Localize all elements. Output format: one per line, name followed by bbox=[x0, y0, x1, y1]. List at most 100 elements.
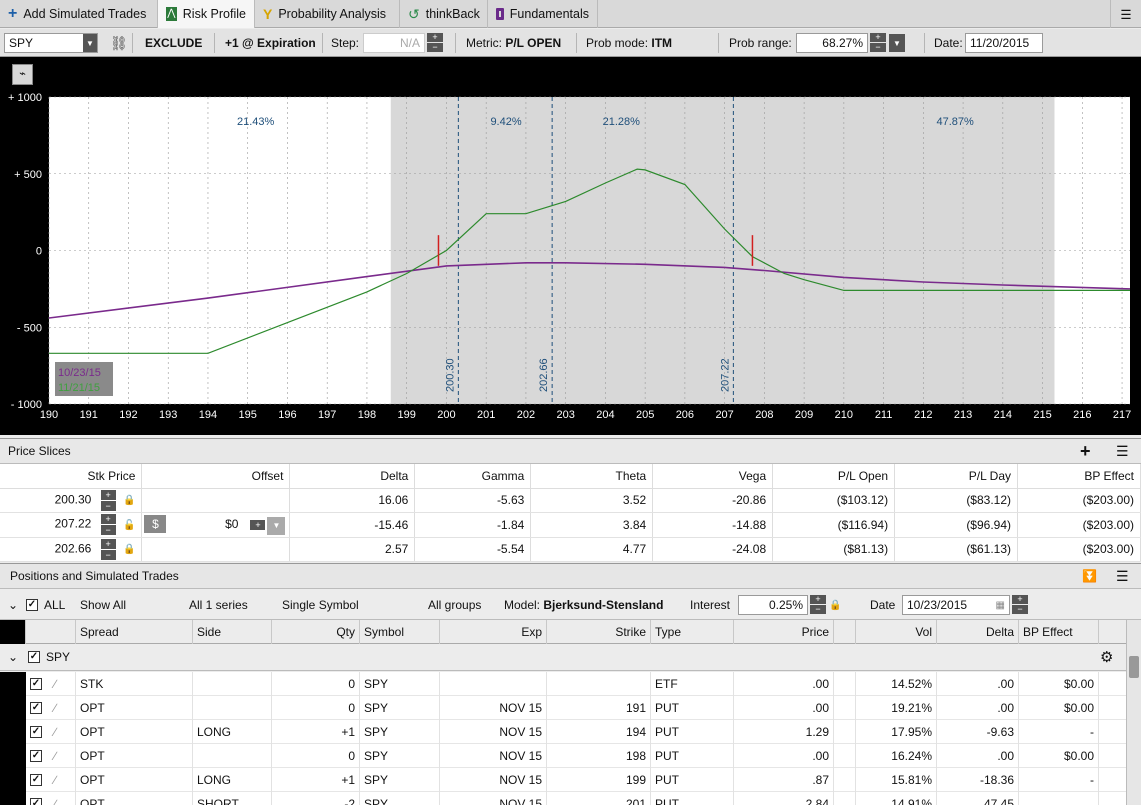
model-selector[interactable]: Model: Bjerksund-Stensland bbox=[504, 590, 663, 620]
offset-value[interactable]: $0 bbox=[166, 517, 238, 531]
slice-pl-day: ($83.12) bbox=[894, 488, 1019, 513]
prob-range-field[interactable]: 68.27% + − ▼ bbox=[796, 29, 905, 57]
group-checkbox[interactable]: ✓ bbox=[28, 651, 40, 663]
x-tick-label: 212 bbox=[914, 409, 932, 421]
position-row[interactable]: ✓ ∕ OPT LONG +1 SPY NOV 15 194 PUT 1.29 17.95% -9… bbox=[0, 720, 1126, 744]
tab-add-simulated-trades[interactable]: + Add Simulated Trades bbox=[0, 0, 158, 28]
lock-icon[interactable]: 🔒 bbox=[829, 600, 841, 611]
step-field[interactable]: N/A + − bbox=[363, 29, 443, 57]
legend-entry: 10/23/15 bbox=[58, 367, 101, 379]
position-type: PUT bbox=[651, 792, 734, 805]
x-tick-label: 208 bbox=[755, 409, 773, 421]
position-exp: NOV 15 bbox=[440, 696, 547, 720]
prob-mode-selector[interactable]: Prob mode: ITM bbox=[586, 29, 672, 57]
position-row[interactable]: ✓ ∕ OPT 0 SPY NOV 15 191 PUT .00 19.21% .00 $0.00 bbox=[0, 696, 1126, 720]
dollar-mode-button[interactable]: $ bbox=[144, 514, 167, 533]
col-price[interactable]: Price bbox=[734, 620, 834, 644]
chevron-down-icon[interactable]: ⌄ bbox=[4, 645, 22, 669]
groups-filter[interactable]: All groups bbox=[428, 590, 481, 620]
price-slice-row[interactable]: 202.66 + − 🔒 2.57 -5.54 4.77 -24.08 ($81.… bbox=[0, 537, 1141, 562]
link-icon[interactable]: ⛓ bbox=[110, 29, 128, 57]
symbol-selector[interactable]: SPY ▼ bbox=[4, 29, 98, 57]
y-tick-label: + 500 bbox=[14, 169, 42, 181]
chevron-down-icon[interactable]: ⌄ bbox=[8, 590, 18, 620]
col-vol[interactable]: Vol bbox=[856, 620, 937, 644]
metric-selector[interactable]: Metric: P/L OPEN bbox=[466, 29, 561, 57]
row-checkbox[interactable]: ✓ bbox=[30, 678, 42, 690]
calendar-icon[interactable]: ▦ bbox=[996, 600, 1005, 611]
col-qty[interactable]: Qty bbox=[272, 620, 360, 644]
position-strike: 191 bbox=[547, 696, 651, 720]
price-stepper[interactable]: + − bbox=[100, 489, 116, 511]
col-type[interactable]: Type bbox=[651, 620, 734, 644]
position-type: PUT bbox=[651, 768, 734, 792]
position-row[interactable]: ✓ ∕ STK 0 SPY ETF .00 14.52% .00 $0.00 bbox=[0, 672, 1126, 696]
show-filter[interactable]: Show All bbox=[80, 590, 126, 620]
unlock-icon[interactable]: 🔓 bbox=[123, 520, 135, 531]
col-bp-effect[interactable]: BP Effect bbox=[1019, 620, 1099, 644]
collapse-icon[interactable]: ⏬ bbox=[1082, 564, 1097, 588]
col-delta[interactable]: Delta bbox=[937, 620, 1019, 644]
slice-price[interactable]: 200.30 bbox=[55, 492, 92, 506]
price-stepper[interactable]: + − bbox=[100, 514, 116, 536]
positions-menu-icon[interactable]: ☰ bbox=[1116, 564, 1129, 588]
row-checkbox[interactable]: ✓ bbox=[30, 774, 42, 786]
position-delta: -9.63 bbox=[937, 720, 1019, 744]
col-strike[interactable]: Strike bbox=[547, 620, 651, 644]
position-row[interactable]: ✓ ∕ OPT 0 SPY NOV 15 198 PUT .00 16.24% .00 $0.00 bbox=[0, 744, 1126, 768]
fundamentals-icon bbox=[496, 8, 504, 20]
positions-column-header: Spread Side Qty Symbol Exp Strike Type P… bbox=[0, 620, 1126, 644]
position-spread: OPT bbox=[76, 792, 193, 805]
date-field[interactable]: 11/20/2015 bbox=[965, 29, 1043, 57]
tab-probability-analysis[interactable]: Y Probability Analysis bbox=[255, 0, 400, 28]
interest-field[interactable]: 0.25% + − 🔒 bbox=[738, 590, 841, 620]
price-slice-row[interactable]: 207.22 + − 🔓 $ $0 + ▼ -15.46 -1.84 3.84 -14.… bbox=[0, 512, 1141, 538]
menu-icon[interactable]: ☰ bbox=[1110, 0, 1141, 28]
risk-profile-icon: ⋀ bbox=[166, 7, 177, 21]
slice-vega: -14.88 bbox=[652, 512, 774, 538]
col-symbol[interactable]: Symbol bbox=[360, 620, 440, 644]
col-exp[interactable]: Exp bbox=[440, 620, 547, 644]
chevron-down-icon[interactable]: ▼ bbox=[267, 516, 286, 535]
lock-icon[interactable]: 🔒 bbox=[123, 544, 135, 555]
row-checkbox[interactable]: ✓ bbox=[30, 726, 42, 738]
slices-menu-icon[interactable]: ☰ bbox=[1116, 439, 1129, 463]
add-slice-button[interactable]: + bbox=[1080, 439, 1091, 463]
price-slices-header: Price Slices + ☰ bbox=[0, 438, 1141, 464]
thinkback-icon: ↺ bbox=[408, 5, 420, 22]
row-checkbox[interactable]: ✓ bbox=[30, 750, 42, 762]
price-stepper[interactable]: + − bbox=[100, 538, 116, 560]
slice-delta: 16.06 bbox=[289, 488, 416, 513]
tab-thinkback[interactable]: ↺ thinkBack bbox=[400, 0, 488, 28]
series-filter[interactable]: All 1 series bbox=[189, 590, 248, 620]
price-slice-row[interactable]: 200.30 + − 🔒 16.06 -5.63 3.52 -20.86 ($10… bbox=[0, 488, 1141, 513]
slice-price[interactable]: 202.66 bbox=[55, 541, 92, 555]
gear-icon[interactable]: ⚙ bbox=[1096, 645, 1117, 669]
positions-date-field[interactable]: 10/23/2015 ▦ + − bbox=[902, 590, 1028, 620]
probability-zone-label: 9.42% bbox=[490, 116, 521, 128]
chart-settings-icon[interactable]: ⌁ bbox=[12, 64, 33, 85]
position-row[interactable]: ✓ ∕ OPT SHORT -2 SPY NOV 15 201 PUT 2.84 14.91% 4… bbox=[0, 792, 1126, 805]
col-spread[interactable]: Spread bbox=[76, 620, 193, 644]
tab-fundamentals[interactable]: Fundamentals bbox=[488, 0, 598, 28]
slice-price[interactable]: 207.22 bbox=[55, 517, 92, 531]
probability-icon: Y bbox=[263, 6, 273, 22]
x-tick-label: 195 bbox=[239, 409, 257, 421]
col-pl-day: P/L Day bbox=[894, 464, 1019, 489]
row-checkbox[interactable]: ✓ bbox=[30, 702, 42, 714]
col-side[interactable]: Side bbox=[193, 620, 272, 644]
tab-risk-profile[interactable]: ⋀ Risk Profile bbox=[158, 0, 255, 28]
positions-scrollbar[interactable] bbox=[1126, 620, 1141, 805]
expiration-selector[interactable]: +1 @ Expiration bbox=[225, 29, 316, 57]
probability-zone-label: 47.87% bbox=[936, 116, 974, 128]
select-all-checkbox[interactable]: ✓ ALL bbox=[26, 590, 65, 620]
chevron-down-icon[interactable]: ▼ bbox=[889, 34, 905, 52]
row-checkbox[interactable]: ✓ bbox=[30, 798, 42, 805]
lock-icon[interactable]: 🔒 bbox=[123, 495, 135, 506]
price-slices-header-row: Stk Price Offset Delta Gamma Theta Vega … bbox=[0, 464, 1141, 489]
slice-gamma: -5.54 bbox=[414, 537, 532, 562]
symbol-filter[interactable]: Single Symbol bbox=[282, 590, 359, 620]
position-row[interactable]: ✓ ∕ OPT LONG +1 SPY NOV 15 199 PUT .87 15.81% -18… bbox=[0, 768, 1126, 792]
position-group-row[interactable]: ⌄ ✓ SPY ⚙ bbox=[0, 645, 1126, 671]
exclude-button[interactable]: EXCLUDE bbox=[145, 29, 202, 57]
